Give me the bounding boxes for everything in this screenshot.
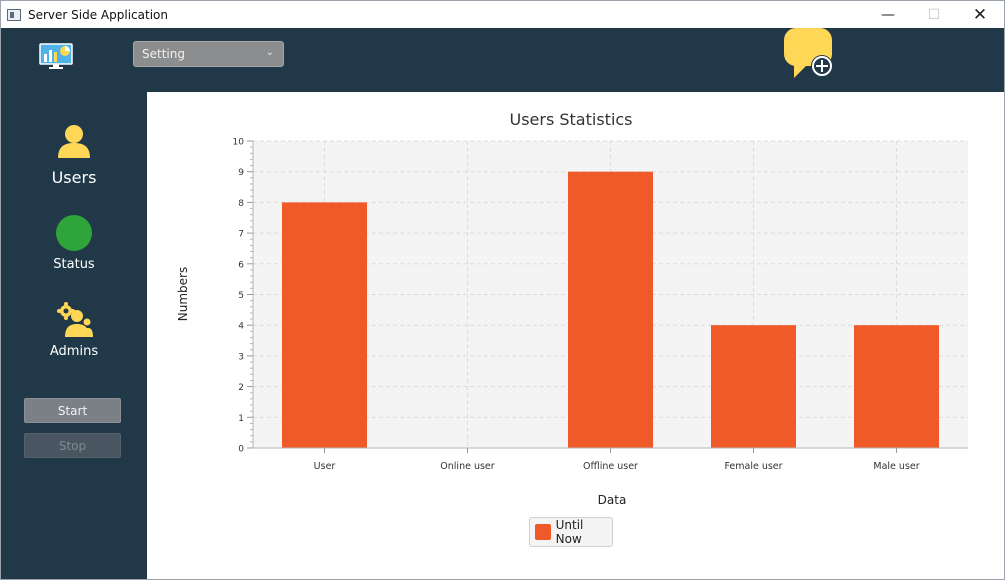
y-axis-title: Numbers — [176, 267, 190, 321]
legend-swatch — [535, 524, 551, 540]
user-icon — [58, 125, 90, 158]
start-button[interactable]: Start — [24, 398, 121, 423]
chat-bubble-add-icon[interactable] — [782, 28, 838, 80]
x-tick-label: Male user — [873, 461, 919, 472]
y-tick-label: 10 — [233, 138, 245, 148]
y-tick-label: 3 — [238, 352, 244, 362]
y-tick-label: 5 — [238, 291, 244, 301]
status-dot-icon — [56, 215, 92, 251]
maximize-button[interactable]: ☐ — [911, 1, 957, 28]
sidebar-item-label: Admins — [49, 344, 99, 359]
chevron-down-icon: ⌄ — [265, 47, 274, 58]
y-tick-label: 7 — [238, 230, 244, 240]
sidebar-item-admins[interactable]: Admins — [1, 302, 147, 359]
y-tick-label: 4 — [238, 322, 244, 332]
sidebar-item-status[interactable]: Status — [1, 215, 147, 272]
sidebar-item-label: Users — [51, 168, 97, 187]
dashboard-monitor-icon — [39, 43, 73, 69]
bar-chart: 0 1 2 3 4 5 6 7 8 9 10 User Online user Offline user F… — [176, 110, 968, 507]
main-content: 0 1 2 3 4 5 6 7 8 9 10 User Online user Offline user F… — [147, 92, 1004, 579]
y-tick-label: 8 — [238, 199, 244, 209]
bar-user — [282, 202, 367, 448]
x-tick-label: Offline user — [583, 461, 638, 472]
stop-button[interactable]: Stop — [24, 433, 121, 458]
sidebar-item-users[interactable]: Users — [1, 124, 147, 187]
y-tick-label: 1 — [238, 414, 244, 424]
admins-gear-icon — [57, 302, 93, 337]
x-tick-label: User — [314, 461, 336, 472]
y-tick-label: 9 — [238, 168, 244, 178]
title-bar: Server Side Application — ☐ ✕ — [1, 1, 1004, 28]
sidebar-item-label: Status — [53, 257, 95, 272]
bar-female-user — [711, 325, 796, 448]
chart-title: Users Statistics — [509, 110, 632, 129]
y-tick-label: 6 — [238, 260, 244, 270]
bar-offline-user — [568, 171, 653, 448]
app-header: Setting ⌄ — [1, 28, 1004, 92]
chart-legend: Until Now — [529, 517, 613, 547]
x-tick-label: Female user — [724, 461, 782, 472]
setting-dropdown-value: Setting — [142, 47, 185, 61]
x-tick-label: Online user — [440, 461, 494, 472]
app-window: Server Side Application — ☐ ✕ Setting ⌄ — [0, 0, 1005, 580]
legend-label: Until Now — [555, 518, 584, 546]
y-tick-label: 0 — [238, 445, 244, 455]
close-button[interactable]: ✕ — [957, 1, 1003, 28]
window-title: Server Side Application — [28, 7, 168, 22]
app-window-icon — [7, 8, 21, 21]
bar-male-user — [854, 325, 939, 448]
sidebar: Users Status Admins Start Stop — [1, 92, 147, 579]
minimize-button[interactable]: — — [865, 1, 911, 28]
y-tick-label: 2 — [238, 383, 244, 393]
x-axis-title: Data — [598, 493, 627, 507]
setting-dropdown[interactable]: Setting ⌄ — [133, 41, 284, 67]
